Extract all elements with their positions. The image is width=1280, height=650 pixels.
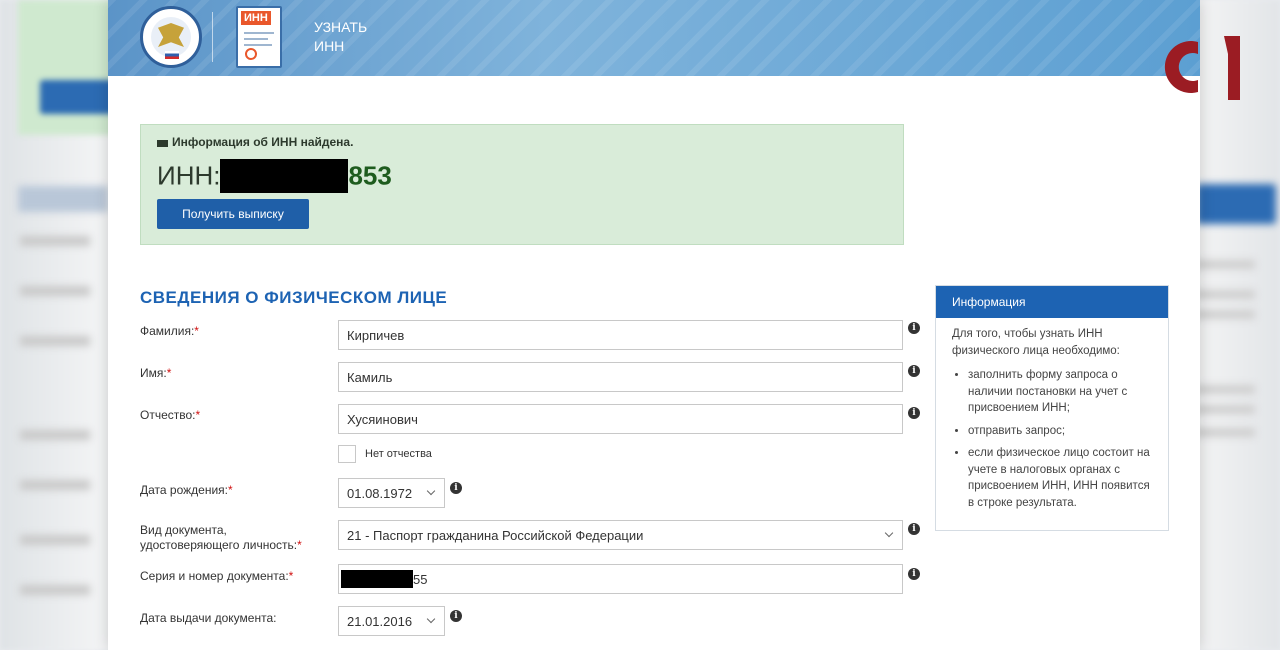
header-divider (212, 12, 213, 62)
issue-date-label: Дата выдачи документа: (140, 611, 277, 625)
document-number-input[interactable]: 55 (338, 564, 903, 594)
inn-found-alert: Информация об ИНН найдена. ИНН: 853 Получ… (140, 124, 904, 245)
blurred-background-line (1195, 310, 1255, 319)
blurred-background-line (1195, 385, 1255, 394)
info-panel-item: заполнить форму запроса о наличии постан… (968, 367, 1152, 417)
header-title[interactable]: УЗНАТЬ ИНН (314, 18, 367, 56)
no-patronymic-label[interactable]: Нет отчества (365, 448, 432, 460)
inn-found-message: Информация об ИНН найдена. (157, 135, 353, 149)
section-title: СВЕДЕНИЯ О ФИЗИЧЕСКОМ ЛИЦЕ (140, 288, 448, 307)
ci-logo-icon: CI (1164, 36, 1240, 100)
inn-document-tag: ИНН (241, 11, 271, 25)
redaction-bar (341, 570, 413, 588)
issue-date-info-icon[interactable]: i (450, 610, 462, 622)
surname-label: Фамилия:* (140, 324, 199, 338)
blurred-background-line (20, 236, 90, 246)
blurred-background-line (20, 336, 90, 346)
document-number-label: Серия и номер документа:* (140, 569, 294, 583)
chevron-down-icon (426, 486, 436, 496)
main-page: ИНН УЗНАТЬ ИНН Информация об ИНН найдена… (108, 0, 1200, 650)
blurred-background-line (20, 585, 90, 595)
name-info-icon[interactable]: i (908, 365, 920, 377)
blurred-background-line (20, 480, 90, 490)
get-extract-button[interactable]: Получить выписку (157, 199, 309, 229)
blurred-background-heading (18, 186, 108, 212)
patronymic-label: Отчество:* (140, 408, 201, 422)
flag-icon (165, 51, 179, 59)
info-panel: Информация Для того, чтобы узнать ИНН фи… (935, 285, 1169, 531)
document-type-label: Вид документа, удостоверяющего личность:… (140, 523, 302, 552)
chevron-down-icon (884, 528, 894, 538)
surname-input[interactable]: Кирпичев (338, 320, 903, 350)
blurred-background-line (1195, 290, 1255, 299)
document-number-info-icon[interactable]: i (908, 568, 920, 580)
blurred-background-line (20, 430, 90, 440)
document-type-info-icon[interactable]: i (908, 523, 920, 535)
info-panel-list: заполнить форму запроса о наличии постан… (952, 367, 1152, 511)
chevron-down-icon (426, 614, 436, 624)
birth-date-label: Дата рождения:* (140, 483, 233, 497)
tax-service-emblem-icon[interactable] (140, 6, 202, 68)
blurred-background-line (1195, 260, 1255, 269)
blurred-background-line (1195, 405, 1255, 414)
patronymic-info-icon[interactable]: i (908, 407, 920, 419)
info-panel-title: Информация (936, 286, 1168, 318)
inn-label: ИНН: (157, 160, 221, 191)
no-patronymic-checkbox[interactable] (338, 445, 356, 463)
name-input[interactable]: Камиль (338, 362, 903, 392)
header-title-line2: ИНН (314, 38, 345, 54)
gift-icon (157, 140, 168, 147)
header-title-line1: УЗНАТЬ (314, 19, 368, 35)
blurred-background-line (20, 535, 90, 545)
info-panel-item: отправить запрос; (968, 423, 1152, 440)
birth-date-info-icon[interactable]: i (450, 482, 462, 494)
info-panel-item: если физическое лицо состоит на учете в … (968, 445, 1152, 511)
redaction-bar (220, 159, 349, 194)
patronymic-input[interactable]: Хусяинович (338, 404, 903, 434)
inn-visible-digits: 853 (348, 160, 392, 191)
surname-info-icon[interactable]: i (908, 322, 920, 334)
name-label: Имя:* (140, 366, 172, 380)
inn-value: ИНН: 853 (157, 159, 392, 194)
seal-icon (245, 48, 257, 60)
inn-found-text: Информация об ИНН найдена. (172, 135, 354, 149)
document-type-select[interactable]: 21 - Паспорт гражданина Российской Федер… (338, 520, 903, 550)
blurred-background-line (20, 286, 90, 296)
blurred-background-button (1196, 184, 1276, 224)
info-panel-intro: Для того, чтобы узнать ИНН физического л… (952, 328, 1120, 357)
blurred-background-line (1195, 428, 1255, 437)
inn-document-icon: ИНН (236, 6, 282, 68)
info-panel-body: Для того, чтобы узнать ИНН физического л… (936, 318, 1168, 525)
site-header: ИНН УЗНАТЬ ИНН (108, 0, 1200, 76)
birth-date-select[interactable]: 01.08.1972 (338, 478, 445, 508)
issue-date-select[interactable]: 21.01.2016 (338, 606, 445, 636)
